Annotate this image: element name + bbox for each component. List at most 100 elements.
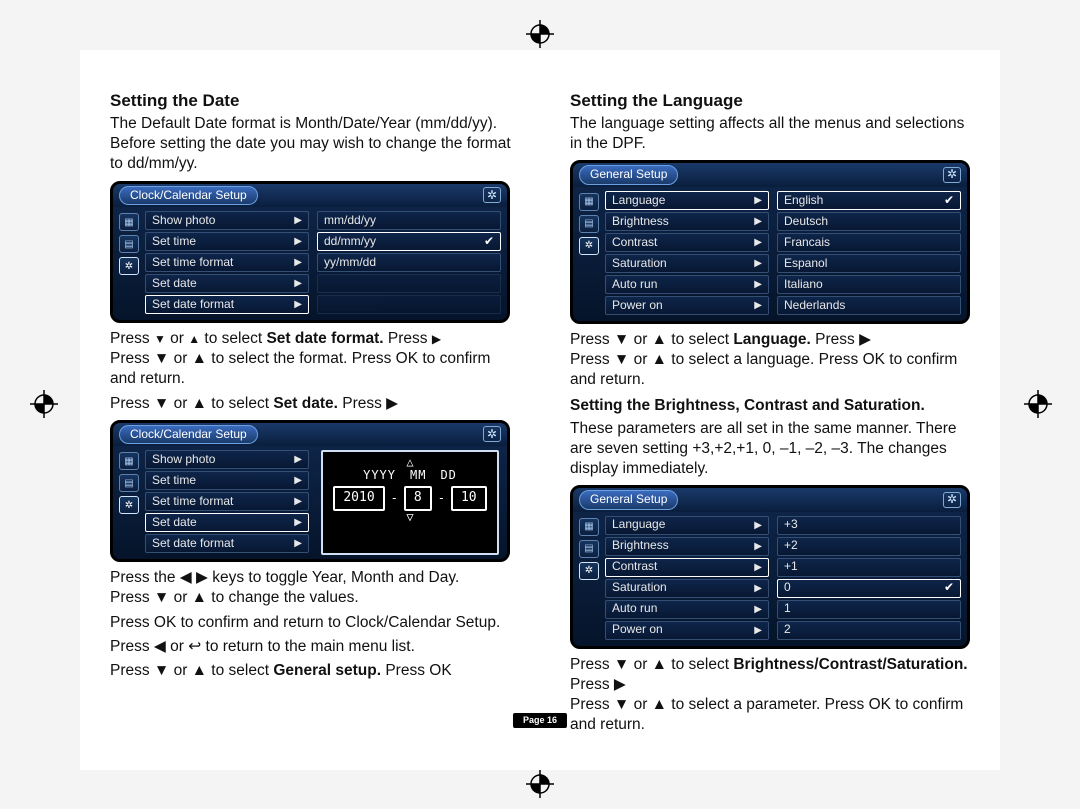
chevron-right-icon: ▶	[294, 474, 302, 487]
chevron-right-icon: ▶	[294, 495, 302, 508]
date-month: 8	[404, 486, 432, 511]
chevron-right-icon: ▶	[754, 603, 762, 616]
menu-list: Language▶ Brightness▶ Contrast▶ Saturati…	[605, 512, 773, 646]
menu-item: Set time▶	[145, 471, 309, 490]
photo-icon: ▦	[579, 193, 599, 211]
menu-item-selected: Set date▶	[145, 513, 309, 532]
chevron-right-icon: ▶	[294, 516, 302, 529]
menu-list: Language▶ Brightness▶ Contrast▶ Saturati…	[605, 187, 773, 321]
caption-3: Press ▼ or ▲ to select Set date. Press ▶	[110, 394, 520, 414]
check-icon: ✔	[484, 234, 494, 250]
device-tab: Clock/Calendar Setup	[119, 186, 258, 206]
chevron-right-icon: ▶	[294, 214, 302, 227]
value-blank	[317, 295, 501, 314]
calendar-icon: ▤	[579, 540, 599, 558]
chevron-right-icon: ▶	[294, 235, 302, 248]
right-column: Setting the Language The language settin…	[540, 50, 1000, 759]
calendar-icon: ▤	[119, 474, 139, 492]
chevron-right-icon: ▶	[294, 537, 302, 550]
chevron-right-icon: ▶	[754, 561, 762, 574]
menu-item: Show photo▶	[145, 211, 309, 230]
right-icon: ▶	[432, 332, 441, 348]
caption-4: Press the ◀ ▶ keys to toggle Year, Month…	[110, 568, 520, 588]
chevron-right-icon: ▶	[754, 299, 762, 312]
photo-icon: ▦	[119, 452, 139, 470]
value-item-selected: English✔	[777, 191, 961, 210]
chevron-right-icon: ▶	[754, 215, 762, 228]
settings-icon: ✲	[579, 237, 599, 255]
arrow-down-icon: ▽	[406, 511, 413, 523]
screenshot-clock-setup-1: Clock/Calendar Setup ✲ ▦ ▤ ✲ Show photo▶…	[110, 181, 510, 324]
gear-icon: ✲	[483, 187, 501, 203]
registration-mark-left	[30, 390, 58, 418]
page-number: Page 16	[513, 713, 567, 728]
settings-icon: ✲	[119, 496, 139, 514]
gear-icon: ✲	[483, 426, 501, 442]
value-item: yy/mm/dd	[317, 253, 501, 272]
screenshot-clock-setup-2: Clock/Calendar Setup ✲ ▦ ▤ ✲ Show photo▶…	[110, 420, 510, 563]
menu-item: Set time▶	[145, 232, 309, 251]
chevron-right-icon: ▶	[754, 257, 762, 270]
heading-brightness: Setting the Brightness, Contrast and Sat…	[570, 396, 980, 416]
value-list: English✔ Deutsch Francais Espanol Italia…	[773, 187, 967, 321]
menu-list: Show photo▶ Set time▶ Set time format▶ S…	[145, 446, 313, 559]
caption-r3: Press ▼ or ▲ to select Brightness/Contra…	[570, 655, 980, 695]
device-tab: General Setup	[579, 490, 678, 510]
date-head-year: YYYY	[363, 468, 396, 484]
para-date-intro: The Default Date format is Month/Date/Ye…	[110, 114, 520, 174]
registration-mark-top	[526, 20, 554, 48]
date-year: 2010	[333, 486, 384, 511]
value-list: +3 +2 +1 0✔ 1 2	[773, 512, 967, 646]
chevron-right-icon: ▶	[754, 540, 762, 553]
menu-item: Set time format▶	[145, 492, 309, 511]
chevron-right-icon: ▶	[294, 298, 302, 311]
registration-mark-bottom	[526, 770, 554, 798]
side-icons: ▦ ▤ ✲	[573, 187, 605, 321]
caption-r4: Press ▼ or ▲ to select a parameter. Pres…	[570, 695, 980, 735]
caption-5: Press ▼ or ▲ to change the values.	[110, 588, 520, 608]
date-head-day: DD	[440, 468, 456, 484]
caption-r2: Press ▼ or ▲ to select a language. Press…	[570, 350, 980, 390]
calendar-icon: ▤	[119, 235, 139, 253]
manual-page: Setting the Date The Default Date format…	[80, 50, 1000, 770]
menu-item-selected: Contrast▶	[605, 558, 769, 577]
chevron-right-icon: ▶	[294, 453, 302, 466]
device-tab: General Setup	[579, 165, 678, 185]
chevron-right-icon: ▶	[294, 256, 302, 269]
side-icons: ▦ ▤ ✲	[113, 446, 145, 559]
down-icon: ▼	[154, 332, 166, 348]
photo-icon: ▦	[579, 518, 599, 536]
chevron-right-icon: ▶	[754, 278, 762, 291]
para-brightness: These parameters are all set in the same…	[570, 419, 980, 479]
value-blank	[317, 274, 501, 293]
date-head-month: MM	[410, 468, 426, 484]
chevron-right-icon: ▶	[754, 624, 762, 637]
menu-item-selected: Language▶	[605, 191, 769, 210]
menu-item: Set time format▶	[145, 253, 309, 272]
menu-item: Set date▶	[145, 274, 309, 293]
up-icon: ▲	[188, 332, 200, 348]
date-day: 10	[451, 486, 487, 511]
caption-2: Press ▼ or ▲ to select the format. Press…	[110, 349, 520, 389]
side-icons: ▦ ▤ ✲	[113, 207, 145, 320]
photo-icon: ▦	[119, 213, 139, 231]
arrow-up-icon: △	[406, 456, 413, 468]
chevron-right-icon: ▶	[294, 277, 302, 290]
para-lang-intro: The language setting affects all the men…	[570, 114, 980, 154]
chevron-right-icon: ▶	[754, 582, 762, 595]
calendar-icon: ▤	[579, 215, 599, 233]
caption-1: Press ▼ or ▲ to select Set date format. …	[110, 329, 520, 349]
caption-r1: Press ▼ or ▲ to select Language. Press ▶	[570, 330, 980, 350]
heading-setting-date: Setting the Date	[110, 90, 520, 112]
caption-7: Press ◀ or ↩ to return to the main menu …	[110, 637, 520, 657]
value-item-selected: dd/mm/yy✔	[317, 232, 501, 251]
gear-icon: ✲	[943, 167, 961, 183]
value-item-selected: 0✔	[777, 579, 961, 598]
device-tab: Clock/Calendar Setup	[119, 425, 258, 445]
date-spinner: △ YYYY MM DD 2010 - 8 - 10	[321, 450, 499, 555]
side-icons: ▦ ▤ ✲	[573, 512, 605, 646]
menu-item: Set date format▶	[145, 534, 309, 553]
registration-mark-right	[1024, 390, 1052, 418]
chevron-right-icon: ▶	[754, 236, 762, 249]
settings-icon: ✲	[119, 257, 139, 275]
